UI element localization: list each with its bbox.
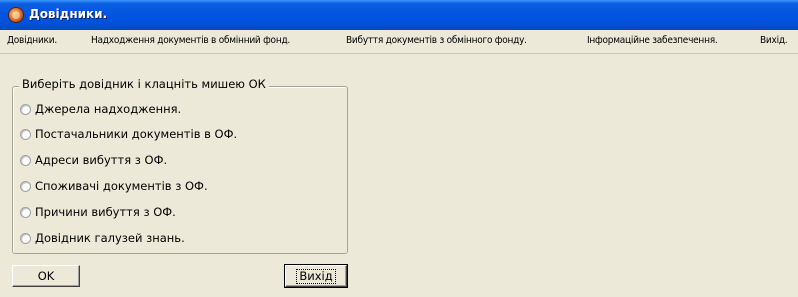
radio-option-dzherela[interactable]: Джерела надходження. [20,100,181,118]
groupbox-legend: Виберіть довідник і клацніть мишею ОК [19,77,269,91]
menu-item-informatsiine-zabezpechennia[interactable]: Інформаційне забезпечення. [587,35,718,46]
radio-label[interactable]: Джерела надходження. [35,102,181,116]
radio-label[interactable]: Причини вибуття з ОФ. [35,205,176,219]
ok-button-label: OK [37,269,55,283]
menu-item-nadkhodzhennia[interactable]: Надходження документів в обмінний фонд. [91,35,290,46]
radio-button[interactable] [20,180,31,192]
radio-label[interactable]: Довідник галузей знань. [35,231,185,245]
app-icon[interactable] [8,7,24,23]
radio-label[interactable]: Споживачі документів з ОФ. [35,179,208,193]
radio-label[interactable]: Постачальники документів в ОФ. [35,127,237,141]
radio-button[interactable] [20,103,31,115]
radio-option-prychyny-vybuttia[interactable]: Причини вибуття з ОФ. [20,203,176,221]
radio-option-adresy-vybuttia[interactable]: Адреси вибуття з ОФ. [20,151,167,169]
window-title: Довідники. [29,7,108,21]
radio-button[interactable] [20,206,31,218]
radio-label[interactable]: Адреси вибуття з ОФ. [35,153,167,167]
radio-button[interactable] [20,128,31,140]
menu-bar: Довідники. Надходження документів в обмі… [0,30,798,54]
ok-button[interactable]: OK [12,265,80,287]
menu-item-vykhid[interactable]: Вихід. [760,35,788,46]
radio-option-haluzei-znan[interactable]: Довідник галузей знань. [20,229,185,247]
radio-option-postachalnyky[interactable]: Постачальники документів в ОФ. [20,125,237,143]
menu-item-vybuttia[interactable]: Вибуття документів з обмінного фонду. [346,35,527,46]
radio-button[interactable] [20,232,31,244]
menu-item-dovidnyky[interactable]: Довідники. [7,35,57,46]
radio-button[interactable] [20,154,31,166]
title-bar[interactable]: Довідники. [0,0,798,30]
radio-option-spozhyvachi[interactable]: Споживачі документів з ОФ. [20,177,208,195]
exit-button-label: Вихід [296,268,336,284]
exit-button[interactable]: Вихід [284,264,348,288]
